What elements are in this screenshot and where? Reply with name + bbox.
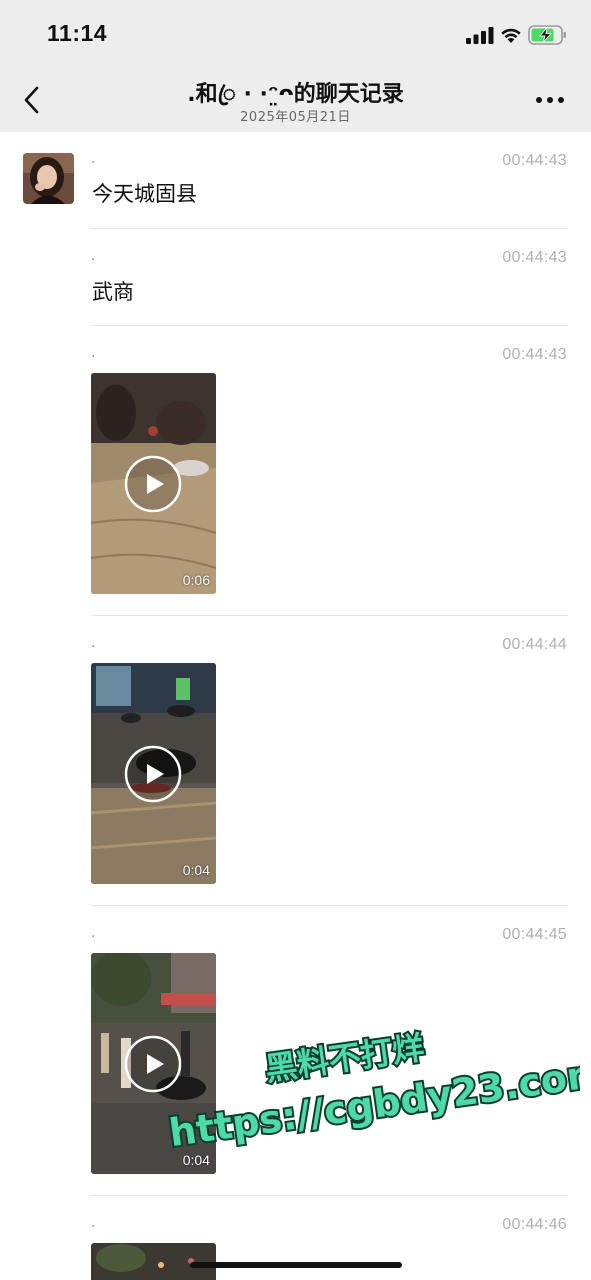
cellular-signal-icon bbox=[466, 27, 494, 44]
message-sender: . bbox=[91, 151, 96, 167]
message-divider bbox=[91, 228, 568, 229]
message-sender: . bbox=[91, 1215, 96, 1231]
wifi-icon bbox=[501, 28, 521, 43]
message-time: 00:44:43 bbox=[502, 152, 567, 169]
video-message[interactable]: 0:04 bbox=[91, 663, 216, 884]
message-time: 00:44:44 bbox=[502, 636, 567, 653]
avatar[interactable] bbox=[23, 153, 74, 204]
message-divider bbox=[91, 325, 568, 326]
watermark-line2: https://cgbdy23.com bbox=[166, 1050, 580, 1150]
message-text[interactable]: 武商 bbox=[92, 276, 134, 306]
ellipsis-icon[interactable] bbox=[534, 90, 566, 110]
status-bar: 11:14 bbox=[0, 0, 591, 70]
message-divider bbox=[91, 615, 568, 616]
message-divider bbox=[91, 905, 568, 906]
video-duration: 0:04 bbox=[182, 1152, 210, 1168]
battery-charging-icon bbox=[528, 25, 566, 45]
message-time: 00:44:43 bbox=[502, 346, 567, 363]
watermark: 黑料不打烊 https://cgbdy23.com bbox=[164, 1026, 580, 1150]
video-duration: 0:04 bbox=[182, 862, 210, 878]
message-text[interactable]: 今天城固县 bbox=[92, 178, 197, 208]
avatar-image bbox=[23, 153, 74, 204]
message-time: 00:44:43 bbox=[502, 249, 567, 266]
message-time: 00:44:46 bbox=[502, 1216, 567, 1233]
message-sender: . bbox=[91, 635, 96, 651]
navigation-bar: .和ꦿ · ·ᵔ̤ᴖ的聊天记录 2025年05月21日 bbox=[0, 70, 591, 132]
home-indicator[interactable] bbox=[190, 1262, 402, 1268]
chat-history-date: 2025年05月21日 bbox=[240, 110, 351, 125]
play-icon[interactable] bbox=[124, 455, 182, 513]
play-icon[interactable] bbox=[124, 745, 182, 803]
message-sender: . bbox=[91, 248, 96, 264]
play-icon[interactable] bbox=[124, 1035, 182, 1093]
video-message[interactable]: 0:04 bbox=[91, 953, 216, 1174]
watermark-line1: 黑料不打烊 bbox=[263, 1028, 427, 1088]
video-duration: 0:06 bbox=[182, 572, 210, 588]
message-sender: . bbox=[91, 345, 96, 361]
message-divider bbox=[91, 1195, 568, 1196]
video-message[interactable]: 0:06 bbox=[91, 373, 216, 594]
message-time: 00:44:45 bbox=[502, 926, 567, 943]
status-time: 11:14 bbox=[47, 20, 108, 46]
message-sender: . bbox=[91, 925, 96, 941]
